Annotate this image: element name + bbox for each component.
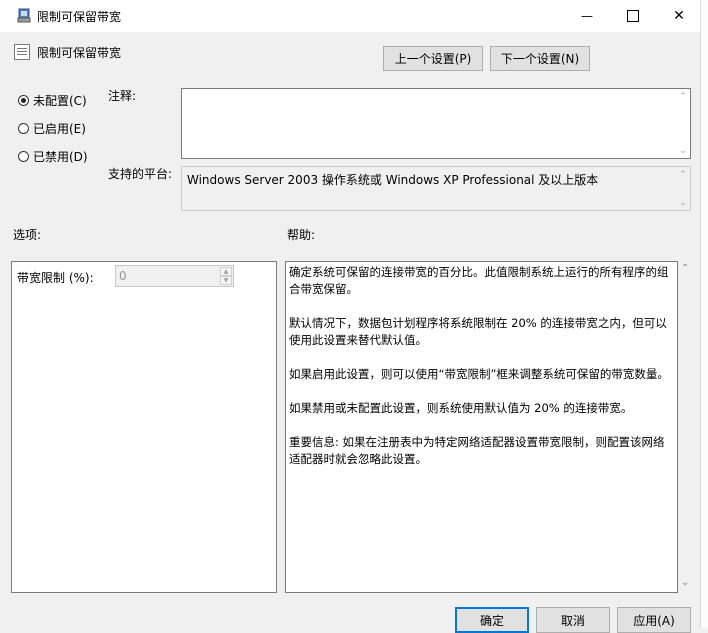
help-label: 帮助: [287,228,316,242]
spin-up-icon[interactable]: ▲ [220,267,232,276]
bandwidth-limit-value: 0 [119,269,127,283]
maximize-button[interactable] [610,0,656,32]
close-button[interactable]: ✕ [656,0,702,32]
ok-button[interactable]: 确定 [455,607,529,633]
bandwidth-limit-label: 带宽限制 (%): [17,271,94,285]
help-paragraph: 确定系统可保留的连接带宽的百分比。此值限制系统上运行的所有程序的组合带宽保留。 [289,265,669,296]
radio-disabled[interactable]: 已禁用(D) [18,148,88,165]
window-title: 限制可保留带宽 [37,10,122,24]
help-paragraph: 重要信息: 如果在注册表中为特定网络适配器设置带宽限制，则配置该网络适配器时就会… [289,435,665,466]
radio-not-configured[interactable]: 未配置(C) [18,92,87,109]
radio-disabled-label: 已禁用(D) [33,150,88,164]
help-scroll-up-icon[interactable]: ⌃ [681,263,689,274]
scroll-up-icon[interactable]: ⌃ [678,92,688,102]
options-panel: 带宽限制 (%): 0 ▲ ▼ [11,261,277,593]
help-scroll-down-icon[interactable]: ⌄ [681,577,689,588]
radio-enabled-indicator[interactable] [18,123,29,134]
scroll-down-icon[interactable]: ⌄ [678,146,688,156]
policy-name: 限制可保留带宽 [37,46,122,60]
help-text: 确定系统可保留的连接带宽的百分比。此值限制系统上运行的所有程序的组合带宽保留。 … [289,264,675,485]
minimize-button[interactable]: — [564,0,610,32]
bandwidth-limit-spinbox[interactable]: 0 ▲ ▼ [115,265,234,287]
supported-platform-label: 支持的平台: [108,167,173,181]
background-window-edge [700,0,708,628]
comment-label: 注释: [108,89,137,103]
help-paragraph: 如果禁用或未配置此设置，则系统使用默认值为 20% 的连接带宽。 [289,401,633,415]
supported-platform-box: Windows Server 2003 操作系统或 Windows XP Pro… [181,166,691,211]
options-label: 选项: [13,228,42,242]
help-paragraph: 默认情况下，数据包计划程序将系统限制在 20% 的连接带宽之内，但可以使用此设置… [289,316,667,347]
radio-disabled-indicator[interactable] [18,151,29,162]
apply-button[interactable]: 应用(A) [617,607,691,633]
scroll-down-icon[interactable]: ⌄ [678,198,688,208]
radio-enabled-label: 已启用(E) [33,122,86,136]
comment-textarea[interactable]: ⌃ ⌄ [181,88,691,159]
radio-enabled[interactable]: 已启用(E) [18,120,86,137]
minimize-icon: — [581,9,593,23]
scroll-up-icon[interactable]: ⌃ [678,170,688,180]
close-icon: ✕ [673,8,685,24]
radio-not-configured-label: 未配置(C) [33,94,87,108]
supported-platform-value: Windows Server 2003 操作系统或 Windows XP Pro… [187,173,599,187]
help-paragraph: 如果启用此设置，则可以使用“带宽限制”框来调整系统可保留的带宽数量。 [289,367,669,381]
radio-not-configured-indicator[interactable] [18,95,29,106]
cancel-button[interactable]: 取消 [536,607,610,633]
next-setting-button[interactable]: 下一个设置(N) [490,46,590,71]
policy-editor-app-icon [16,8,32,24]
spin-down-icon[interactable]: ▼ [220,276,232,285]
previous-setting-button[interactable]: 上一个设置(P) [383,46,483,71]
maximize-icon [627,10,639,22]
help-panel: 确定系统可保留的连接带宽的百分比。此值限制系统上运行的所有程序的组合带宽保留。 … [285,261,678,593]
policy-setting-icon [14,44,30,60]
